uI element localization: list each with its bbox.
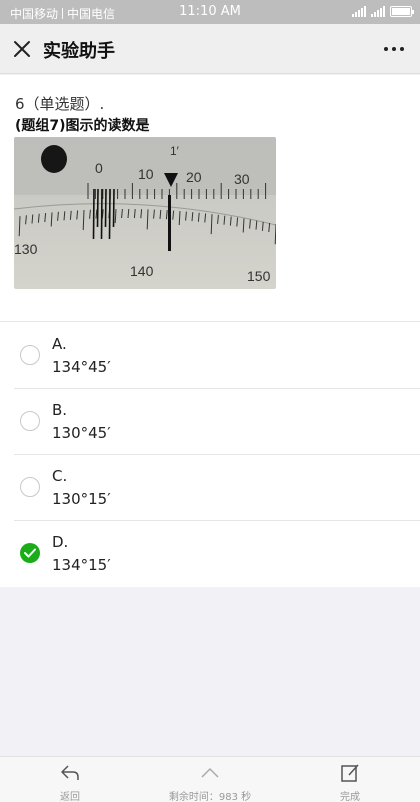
close-icon[interactable]	[12, 39, 32, 59]
option-d[interactable]: D. 134°15′	[0, 520, 420, 586]
question-card: 6（单选题）. (题组7)图示的读数是 0 10 20 30 1′ 130 14…	[0, 75, 420, 587]
question-text: (题组7)图示的读数是	[15, 118, 150, 134]
battery-icon	[390, 6, 414, 17]
scale-label-130: 130	[14, 241, 38, 257]
vernier-mark	[104, 188, 107, 228]
radio-button-checked[interactable]	[20, 543, 40, 563]
back-button[interactable]: 返回	[50, 763, 90, 802]
back-label: 返回	[60, 792, 80, 802]
done-label: 完成	[340, 792, 360, 802]
vernier-mark	[92, 188, 95, 240]
signal-2-icon	[371, 6, 385, 17]
status-bar: 中国移动 中国电信 11:10 AM	[0, 0, 420, 24]
index-line	[168, 195, 171, 251]
timer-label: 剩余时间：983 秒	[168, 792, 252, 802]
option-value: 130°15′	[52, 490, 111, 508]
timer: 剩余时间：983 秒	[150, 763, 270, 802]
vernier-mark	[108, 188, 111, 240]
page-title: 实验助手	[43, 41, 115, 62]
scale-label-150: 150	[247, 268, 271, 284]
status-icons	[352, 6, 414, 17]
ink-dot	[41, 145, 67, 173]
vernier-mark	[96, 188, 99, 228]
vernier-scale-image: 0 10 20 30 1′ 130 140 150	[14, 137, 276, 289]
edit-icon	[341, 764, 359, 782]
scale-label-140: 140	[130, 263, 154, 279]
vernier-mark	[100, 188, 103, 240]
unit-mark: 1′	[170, 144, 180, 158]
vernier-mark	[112, 188, 115, 228]
radio-button[interactable]	[20, 477, 40, 497]
option-a[interactable]: A. 134°45′	[0, 322, 420, 388]
chevron-up-icon[interactable]	[199, 763, 221, 783]
nav-bar: 实验助手	[0, 24, 420, 74]
option-letter: D.	[52, 533, 69, 551]
signal-icon	[352, 6, 366, 17]
option-value: 134°45′	[52, 358, 111, 376]
vernier-label-0: 0	[95, 160, 103, 176]
vernier-label-30: 30	[234, 171, 250, 187]
radio-button[interactable]	[20, 411, 40, 431]
option-value: 134°15′	[52, 556, 111, 574]
option-c[interactable]: C. 130°15′	[0, 454, 420, 520]
done-button[interactable]: 完成	[330, 763, 370, 802]
check-icon	[24, 548, 36, 558]
radio-button[interactable]	[20, 345, 40, 365]
vernier-label-10: 10	[138, 166, 154, 182]
vernier-label-20: 20	[186, 169, 202, 185]
back-arrow-icon	[61, 765, 79, 780]
question-number: 6（单选题）.	[15, 95, 105, 113]
option-b[interactable]: B. 130°45′	[0, 388, 420, 454]
option-letter: B.	[52, 401, 68, 419]
option-letter: C.	[52, 467, 68, 485]
bottom-toolbar: 返回 剩余时间：983 秒 完成	[0, 756, 420, 802]
option-value: 130°45′	[52, 424, 111, 442]
more-icon[interactable]	[384, 47, 404, 51]
option-letter: A.	[52, 335, 67, 353]
